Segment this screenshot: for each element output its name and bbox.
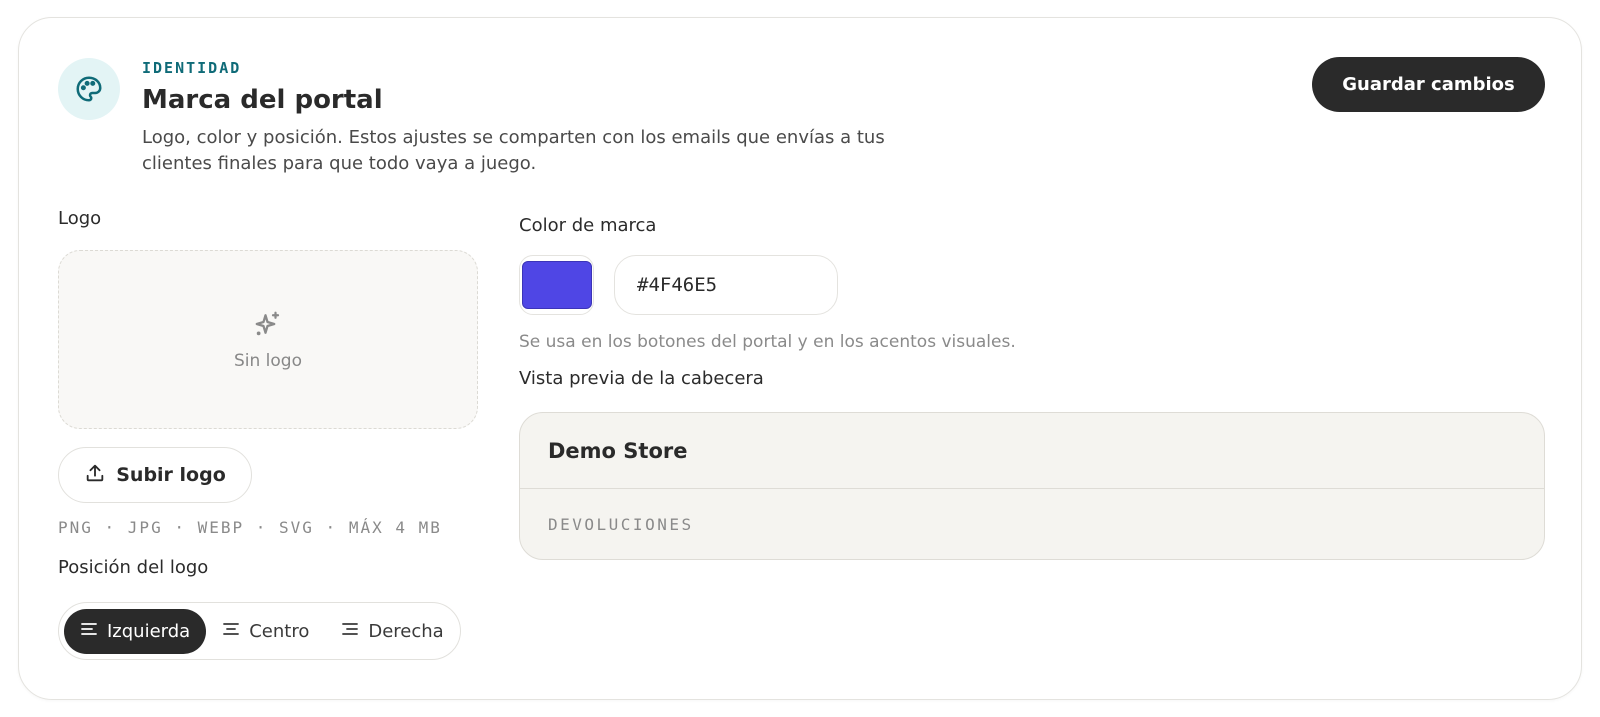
color-swatch-picker[interactable] bbox=[519, 255, 594, 315]
position-option-label: Izquierda bbox=[107, 620, 191, 642]
upload-logo-label: Subir logo bbox=[116, 464, 226, 486]
upload-icon bbox=[84, 462, 106, 489]
save-button[interactable]: Guardar cambios bbox=[1312, 57, 1545, 112]
palette-icon bbox=[58, 58, 120, 120]
sparkle-icon bbox=[253, 309, 283, 343]
header-preview-label: Vista previa de la cabecera bbox=[519, 368, 764, 389]
logo-dropzone[interactable]: Sin logo bbox=[58, 250, 478, 429]
accepted-formats: PNG · JPG · WEBP · SVG · MÁX 4 MB bbox=[58, 518, 442, 537]
no-logo-text: Sin logo bbox=[233, 350, 302, 371]
brand-settings-card: IDENTIDAD Marca del portal Logo, color y… bbox=[18, 17, 1582, 700]
page-description: Logo, color y posición. Estos ajustes se… bbox=[142, 127, 885, 174]
brand-color-help: Se usa en los botones del portal y en lo… bbox=[519, 332, 1016, 352]
hex-color-input[interactable] bbox=[614, 255, 838, 315]
position-option-label: Derecha bbox=[368, 620, 444, 642]
position-option-center[interactable]: Centro bbox=[206, 609, 325, 654]
align-left-icon bbox=[80, 620, 98, 643]
position-option-left[interactable]: Izquierda bbox=[64, 608, 207, 654]
color-swatch bbox=[521, 261, 592, 309]
logo-position-selector: Izquierda Centro Derecha bbox=[58, 602, 461, 660]
preview-section-title: DEVOLUCIONES bbox=[548, 514, 694, 534]
header-preview: Demo Store DEVOLUCIONES bbox=[519, 412, 1545, 560]
align-center-icon bbox=[222, 620, 240, 643]
align-right-icon bbox=[341, 620, 359, 643]
brand-color-label: Color de marca bbox=[519, 215, 657, 236]
preview-store-name: Demo Store bbox=[520, 413, 1544, 489]
position-option-label: Centro bbox=[249, 620, 310, 642]
logo-label: Logo bbox=[58, 208, 102, 229]
page-title: Marca del portal bbox=[142, 85, 383, 115]
logo-position-label: Posición del logo bbox=[58, 557, 209, 578]
upload-logo-button[interactable]: Subir logo bbox=[58, 447, 252, 503]
position-option-right[interactable]: Derecha bbox=[325, 609, 459, 654]
section-eyebrow: IDENTIDAD bbox=[142, 59, 242, 77]
